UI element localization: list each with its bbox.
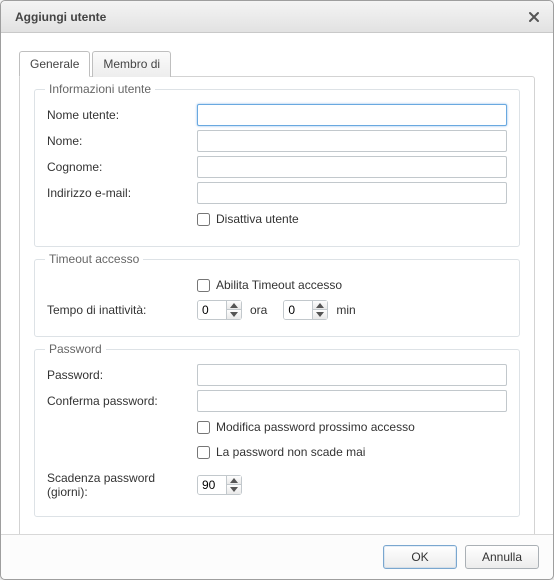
password-label: Password: bbox=[47, 368, 197, 382]
tab-panel-generale: Informazioni utente Nome utente: Nome: C… bbox=[19, 76, 535, 534]
idle-minutes-value[interactable] bbox=[284, 301, 312, 319]
idle-minutes-unit: min bbox=[336, 303, 355, 317]
titlebar: Aggiungi utente bbox=[1, 1, 553, 33]
idle-minutes-down-icon[interactable] bbox=[313, 310, 327, 319]
idle-hours-down-icon[interactable] bbox=[227, 310, 241, 319]
dialog-body: Generale Membro di Informazioni utente N… bbox=[1, 33, 553, 534]
never-expire-checkbox[interactable] bbox=[197, 446, 210, 459]
expiry-days-down-icon[interactable] bbox=[227, 485, 241, 494]
confirm-password-label: Conferma password: bbox=[47, 394, 197, 408]
never-expire-label: La password non scade mai bbox=[216, 445, 365, 459]
dialog-window: Aggiungi utente Generale Membro di Infor… bbox=[0, 0, 554, 580]
ok-button[interactable]: OK bbox=[383, 545, 457, 569]
group-user-info: Informazioni utente Nome utente: Nome: C… bbox=[34, 89, 520, 247]
idle-time-label: Tempo di inattività: bbox=[47, 303, 197, 317]
group-password-legend: Password bbox=[45, 342, 106, 356]
idle-hours-value[interactable] bbox=[198, 301, 226, 319]
lastname-label: Cognome: bbox=[47, 160, 197, 174]
expiry-days-stepper[interactable] bbox=[197, 475, 242, 495]
expiry-days-value[interactable] bbox=[198, 476, 226, 494]
idle-hours-unit: ora bbox=[250, 303, 267, 317]
change-next-login-checkbox[interactable] bbox=[197, 421, 210, 434]
disable-user-checkbox[interactable] bbox=[197, 213, 210, 226]
lastname-input[interactable] bbox=[197, 156, 507, 178]
group-user-info-legend: Informazioni utente bbox=[45, 82, 155, 96]
idle-minutes-stepper[interactable] bbox=[283, 300, 328, 320]
tab-generale[interactable]: Generale bbox=[19, 51, 90, 77]
enable-timeout-label: Abilita Timeout accesso bbox=[216, 278, 342, 292]
expiry-days-label: Scadenza password (giorni): bbox=[47, 471, 197, 500]
tab-bar: Generale Membro di bbox=[19, 51, 535, 77]
close-icon[interactable] bbox=[525, 8, 543, 26]
confirm-password-input[interactable] bbox=[197, 390, 507, 412]
tab-membro-di[interactable]: Membro di bbox=[92, 51, 171, 77]
username-input[interactable] bbox=[197, 104, 507, 126]
email-label: Indirizzo e-mail: bbox=[47, 186, 197, 200]
idle-hours-stepper[interactable] bbox=[197, 300, 242, 320]
firstname-label: Nome: bbox=[47, 134, 197, 148]
username-label: Nome utente: bbox=[47, 108, 197, 122]
group-timeout-legend: Timeout accesso bbox=[45, 252, 143, 266]
enable-timeout-checkbox[interactable] bbox=[197, 279, 210, 292]
group-password: Password Password: Conferma password: bbox=[34, 349, 520, 517]
idle-minutes-up-icon[interactable] bbox=[313, 301, 327, 310]
firstname-input[interactable] bbox=[197, 130, 507, 152]
password-input[interactable] bbox=[197, 364, 507, 386]
group-timeout: Timeout accesso Abilita Timeout accesso … bbox=[34, 259, 520, 337]
expiry-days-up-icon[interactable] bbox=[227, 476, 241, 485]
window-title: Aggiungi utente bbox=[15, 10, 525, 24]
change-next-login-label: Modifica password prossimo accesso bbox=[216, 420, 415, 434]
cancel-button[interactable]: Annulla bbox=[465, 545, 539, 569]
dialog-footer: OK Annulla bbox=[1, 534, 553, 579]
email-input[interactable] bbox=[197, 182, 507, 204]
disable-user-label: Disattiva utente bbox=[216, 212, 299, 226]
idle-hours-up-icon[interactable] bbox=[227, 301, 241, 310]
